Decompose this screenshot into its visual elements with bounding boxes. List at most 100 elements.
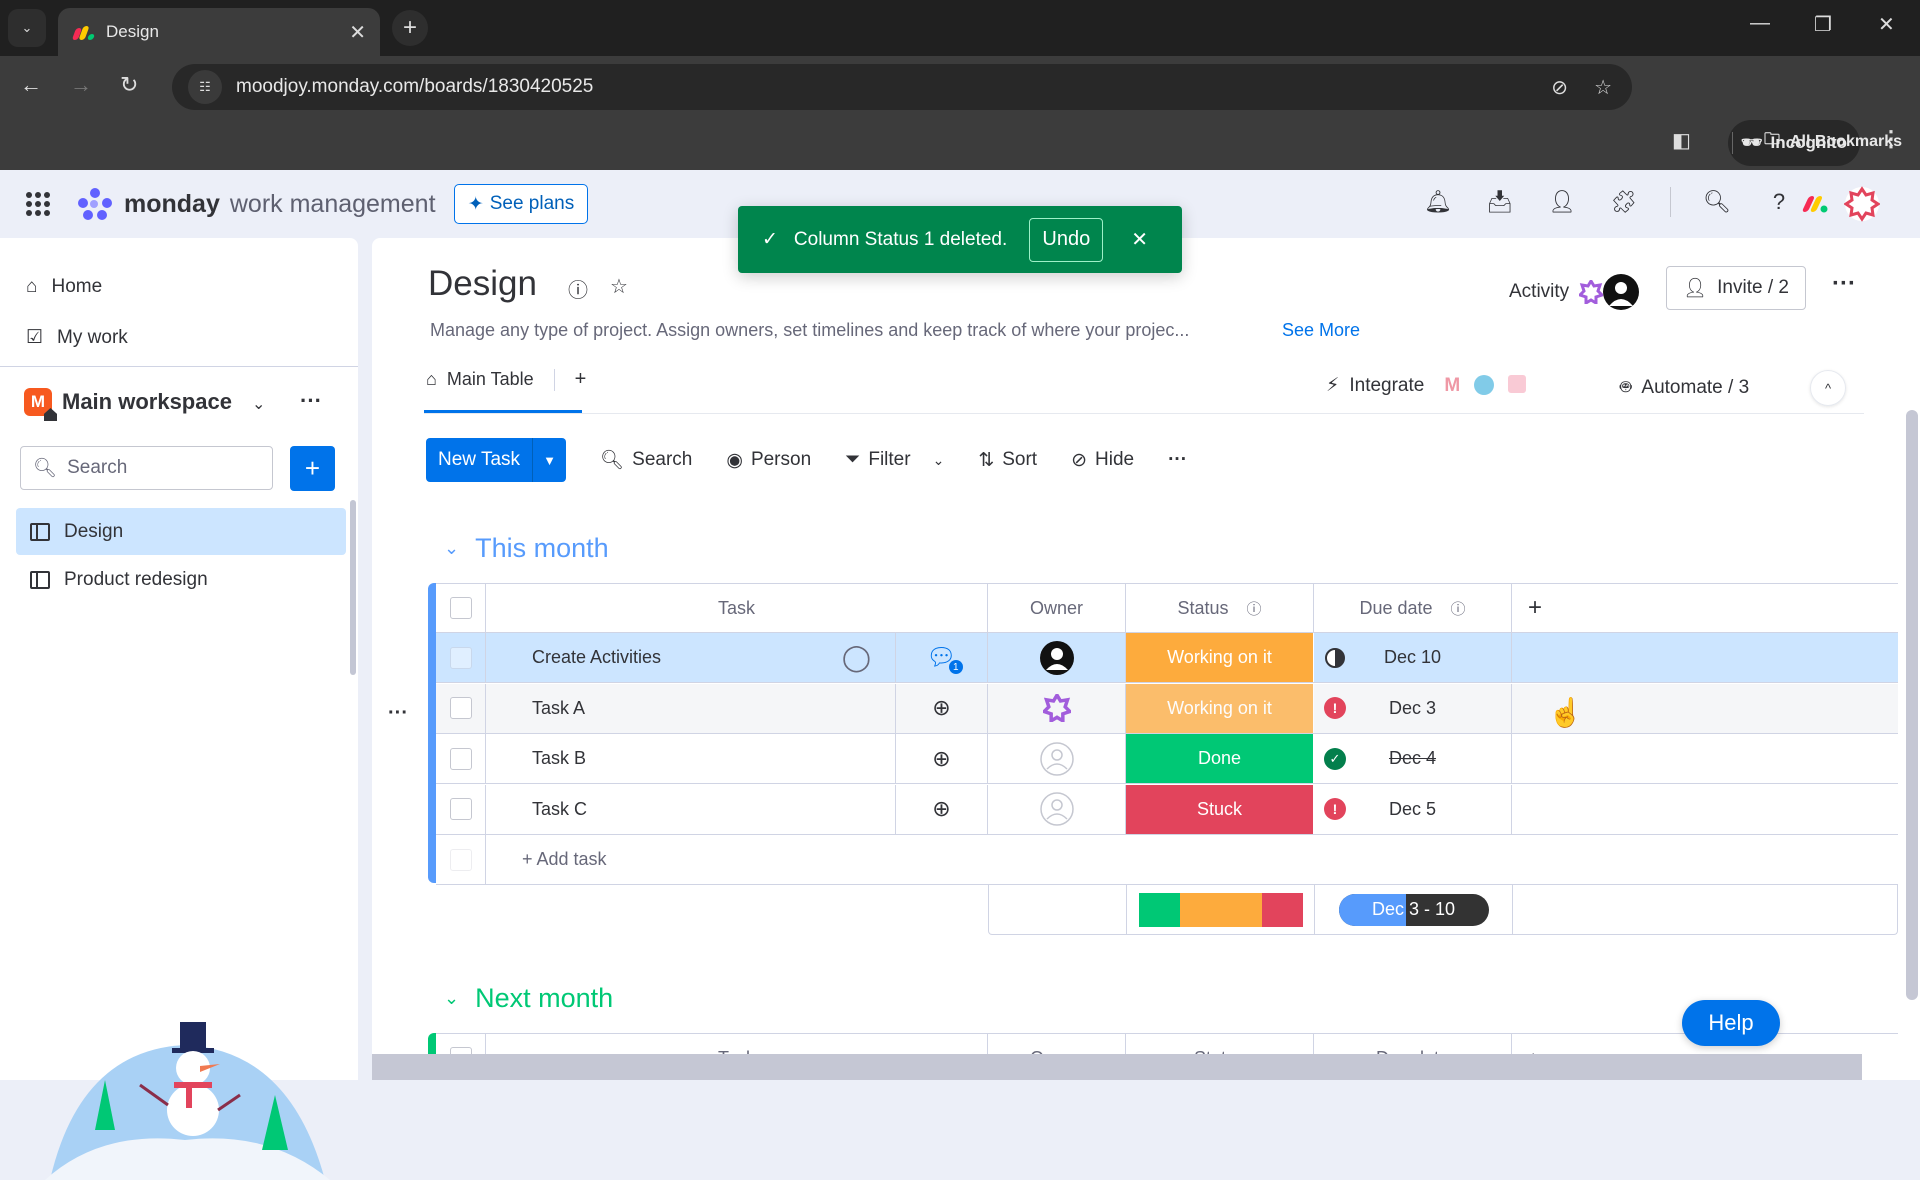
status-segment[interactable] xyxy=(1138,892,1180,927)
due-date-cell[interactable]: ! Dec 3 xyxy=(1314,683,1512,733)
monday-mark-icon[interactable] xyxy=(1800,192,1830,216)
owner-cell[interactable] xyxy=(988,734,1126,783)
automate-button[interactable]: 🤖︎ Automate / 3 xyxy=(1620,374,1749,401)
apps-puzzle-icon[interactable]: 🧩︎ xyxy=(1608,186,1640,218)
sidebar-board-product-redesign[interactable]: Product redesign xyxy=(16,556,346,603)
see-more-link[interactable]: See More xyxy=(1282,320,1360,341)
restore-icon[interactable]: ❐ xyxy=(1814,12,1832,37)
hide-button[interactable]: ⊘ Hide xyxy=(1071,449,1134,472)
sidebar-board-design[interactable]: Design xyxy=(16,508,346,555)
task-name-cell[interactable]: Task B xyxy=(486,734,896,783)
main-vertical-scrollbar[interactable] xyxy=(1906,410,1918,1000)
owner-column-header[interactable]: Owner xyxy=(988,584,1126,632)
new-task-button[interactable]: New Task ▼ xyxy=(426,438,567,482)
owner-cell[interactable] xyxy=(988,633,1126,682)
monday-logo[interactable]: monday work management xyxy=(76,188,436,220)
owner-team-avatar[interactable] xyxy=(1042,694,1071,722)
add-update-icon[interactable]: ⊕ xyxy=(932,746,950,772)
due-date-cell[interactable]: Dec 10 xyxy=(1314,633,1512,682)
task-name-cell[interactable]: Task C xyxy=(486,784,896,834)
new-task-dropdown-icon[interactable]: ▼ xyxy=(532,438,566,482)
all-bookmarks-button[interactable]: 🗀 All Bookmarks xyxy=(1764,128,1902,155)
table-row[interactable]: Create Activities ◯ 💬︎ 1 Working on it Dec 10 xyxy=(436,633,1898,683)
info-icon[interactable]: ⓘ xyxy=(1451,598,1466,619)
status-cell[interactable]: Stuck xyxy=(1126,784,1314,834)
status-cell[interactable]: Working on it xyxy=(1126,683,1314,733)
owner-avatar[interactable] xyxy=(1039,640,1075,676)
group-title[interactable]: Next month xyxy=(475,983,613,1014)
chevron-down-icon[interactable]: ⌄ xyxy=(444,988,459,1009)
person-filter-button[interactable]: ◉ Person xyxy=(726,449,811,472)
due-date-cell[interactable]: ! Dec 5 xyxy=(1314,784,1512,834)
group-header-this-month[interactable]: ⌄ This month xyxy=(444,533,609,564)
table-row[interactable]: Task A ⊕ Working on it! Dec 3 xyxy=(436,683,1898,734)
status-distribution-bar[interactable] xyxy=(1138,892,1303,927)
invite-button[interactable]: 👤︎ Invite / 2 xyxy=(1666,266,1806,310)
empty-owner-icon[interactable] xyxy=(1039,741,1075,777)
add-update-icon[interactable]: ⊕ xyxy=(932,695,950,721)
info-icon[interactable]: ⓘ xyxy=(1247,598,1262,619)
board-title[interactable]: Design xyxy=(428,264,537,304)
back-icon[interactable]: ← xyxy=(20,72,42,98)
row-more-icon[interactable]: ··· xyxy=(388,702,408,725)
owner-cell[interactable] xyxy=(988,683,1126,733)
search-icon[interactable]: 🔍︎ xyxy=(1701,186,1733,218)
workspace-more-icon[interactable]: ··· xyxy=(300,388,322,414)
see-plans-button[interactable]: ✦ See plans xyxy=(454,184,588,224)
window-close-icon[interactable]: ✕ xyxy=(1878,12,1895,37)
add-update-icon[interactable]: ⊕ xyxy=(932,796,950,822)
browser-tab[interactable]: Design ✕ xyxy=(58,8,380,56)
app-switcher-icon[interactable] xyxy=(26,192,50,216)
status-cell[interactable]: Working on it xyxy=(1126,633,1314,682)
status-column-header[interactable]: Status ⓘ xyxy=(1126,584,1314,632)
new-tab-button[interactable]: + xyxy=(392,10,428,46)
info-icon[interactable]: ⓘ xyxy=(568,274,588,303)
add-column-button[interactable]: + xyxy=(1512,584,1898,632)
tracking-protection-icon[interactable]: ⊘ xyxy=(1551,75,1568,100)
owner-cell[interactable] xyxy=(988,784,1126,834)
help-question-icon[interactable]: ? xyxy=(1763,186,1795,218)
sidebar-search-input[interactable]: 🔍︎ Search xyxy=(20,446,273,490)
updates-icon[interactable]: 💬︎ 1 xyxy=(926,643,963,674)
table-row[interactable]: Task B ⊕ Done ✓ Dec 4 xyxy=(436,734,1898,784)
help-button[interactable]: Help xyxy=(1682,1000,1780,1046)
minimize-icon[interactable]: — xyxy=(1750,12,1770,35)
address-bar[interactable]: ☷ moodjoy.monday.com/boards/1830420525 ⊘… xyxy=(172,64,1632,110)
site-settings-icon[interactable]: ☷ xyxy=(188,70,222,104)
notifications-bell-icon[interactable]: 🔔︎ xyxy=(1422,186,1454,218)
user-account-avatar[interactable] xyxy=(1844,186,1880,222)
chevron-down-icon[interactable]: ⌄ xyxy=(252,394,265,414)
tab-search-button[interactable]: ⌄ xyxy=(8,9,46,47)
collapse-header-button[interactable]: ^ xyxy=(1810,370,1846,406)
due-date-column-header[interactable]: Due date ⓘ xyxy=(1314,584,1512,632)
group-header-next-month[interactable]: ⌄ Next month xyxy=(444,983,613,1014)
favorite-star-icon[interactable]: ☆ xyxy=(610,274,628,299)
chevron-down-icon[interactable]: ⌄ xyxy=(444,538,459,559)
select-all-checkbox[interactable] xyxy=(449,597,472,619)
filter-button[interactable]: ⏷ Filter ⌄ xyxy=(845,449,944,471)
invite-members-icon[interactable]: 👤︎ xyxy=(1546,186,1578,218)
table-row[interactable]: Task C ⊕ Stuck! Dec 5 xyxy=(436,784,1898,835)
sidebar-scrollbar[interactable] xyxy=(350,500,356,675)
forward-icon[interactable]: → xyxy=(70,72,92,98)
add-item-button[interactable]: + xyxy=(290,446,335,491)
check-circle-icon[interactable]: ◯ xyxy=(842,642,871,673)
task-column-header[interactable]: Task xyxy=(486,584,988,632)
task-name-cell[interactable]: Task A xyxy=(486,683,896,733)
summary-timeline-cell[interactable]: Dec 3 - 10 xyxy=(1315,885,1513,934)
reload-icon[interactable]: ↻ xyxy=(120,72,138,98)
updates-cell[interactable]: ⊕ xyxy=(896,683,988,733)
due-date-cell[interactable]: ✓ Dec 4 xyxy=(1314,734,1512,783)
status-cell[interactable]: Done xyxy=(1126,734,1314,783)
board-more-icon[interactable]: ··· xyxy=(1832,270,1856,298)
chevron-down-icon[interactable]: ⌄ xyxy=(933,452,945,469)
status-segment[interactable] xyxy=(1179,892,1262,927)
group-title[interactable]: This month xyxy=(475,533,609,564)
row-checkbox[interactable] xyxy=(449,798,472,820)
tab-main-table[interactable]: ⌂ Main Table xyxy=(426,369,534,390)
workspace-selector[interactable]: M Main workspace xyxy=(24,388,232,421)
updates-cell[interactable]: ⊕ xyxy=(896,784,988,834)
add-task-input[interactable]: + Add task xyxy=(486,835,1898,884)
empty-owner-icon[interactable] xyxy=(1039,791,1075,827)
toolbar-more-icon[interactable]: ··· xyxy=(1168,449,1187,471)
